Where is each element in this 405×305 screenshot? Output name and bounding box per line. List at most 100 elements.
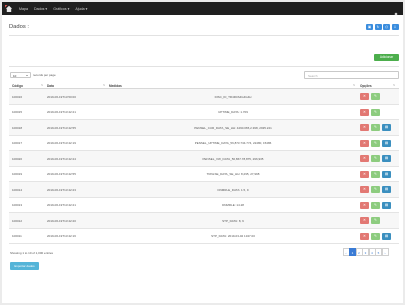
- user-icon[interactable]: [393, 5, 399, 18]
- page-next[interactable]: ›: [381, 248, 389, 256]
- edit-button[interactable]: ✎: [371, 124, 380, 131]
- view-button[interactable]: ▤: [382, 201, 391, 209]
- records-per-page-select[interactable]: 10: [10, 72, 31, 78]
- pencil-icon: ✎: [374, 140, 377, 145]
- delete-button[interactable]: ✕: [360, 124, 369, 131]
- delete-button[interactable]: ✕: [360, 186, 369, 193]
- table-row[interactable]: 100019 2019-06-19T13:42:55 TRNLSE_DATA_SE_…: [9, 167, 399, 182]
- trash-icon: ✕: [363, 156, 366, 160]
- pencil-icon: ✎: [374, 218, 377, 222]
- sort-icon[interactable]: ⇅: [103, 84, 105, 87]
- view-button[interactable]: ▤: [382, 124, 391, 131]
- toolbar: ▣ ↻ ⎙ ⇩: [366, 24, 399, 30]
- table-row[interactable]: 100013 2019-06-19T13:42:21 DNMRLE: 14.28 ✕ ✎…: [9, 198, 399, 213]
- table-row[interactable]: 100011 2019-06-19T13:42:16 STP_DATA: 2019-…: [9, 229, 399, 244]
- sort-icon[interactable]: ⇅: [393, 84, 395, 87]
- cell-measure: UPTIME_DATA: 1.709: [218, 110, 248, 114]
- view-button[interactable]: ▤: [382, 155, 391, 162]
- data-table: Código Data Medidas Opções ⇅ ⇅ ⇅ ⇅ 10001…: [9, 83, 399, 244]
- row-actions: ✕ ✎: [360, 108, 380, 116]
- pencil-icon: ✎: [374, 202, 377, 207]
- nav-item-dados[interactable]: Dados ▾: [34, 7, 47, 11]
- table-row[interactable]: 100014 2019-06-19T13:42:23 DNMRLE_DATA: 1.…: [9, 182, 399, 198]
- cell-measure: PENSEL_UPTIME_DATA_56,873.734.774, 22480…: [194, 141, 272, 145]
- pencil-icon: ✎: [374, 109, 377, 114]
- edit-button[interactable]: ✎: [371, 186, 380, 193]
- edit-button[interactable]: ✎: [371, 155, 380, 162]
- delete-button[interactable]: ✕: [360, 93, 369, 100]
- delete-button[interactable]: ✕: [360, 217, 369, 224]
- view-button[interactable]: ▤: [382, 232, 391, 240]
- delete-button[interactable]: ✕: [360, 155, 369, 162]
- cell-date: 2019-06-19T13:50:00: [47, 94, 76, 99]
- delete-button[interactable]: ✕: [360, 201, 369, 209]
- table-row[interactable]: 100020 2019-06-19T13:42:24 PENSEL_VW_DATA_…: [9, 151, 399, 167]
- cell-date: 2019-06-19T13:42:55: [47, 125, 76, 130]
- table-info: Showing 1 to 10 of 1,000 entries: [10, 251, 54, 255]
- edit-button[interactable]: ✎: [371, 139, 380, 147]
- edit-button[interactable]: ✎: [371, 232, 380, 240]
- sort-icon[interactable]: ⇅: [41, 84, 43, 87]
- cell-measure: DNMRLE_DATA: 1.5, 9: [217, 187, 249, 192]
- table-row[interactable]: 100016 2019-06-19T13:50:00 DISC_ID_TR4R4S4…: [9, 89, 399, 105]
- records-per-page-value: 10: [13, 74, 17, 78]
- print-icon[interactable]: ⎙: [383, 24, 390, 30]
- chevron-down-icon: [26, 75, 28, 76]
- edit-button[interactable]: ✎: [371, 201, 380, 209]
- chart-icon: ▤: [384, 187, 389, 191]
- cell-date: 2019-06-19T13:42:16: [47, 234, 76, 238]
- pencil-icon: ✎: [374, 94, 377, 98]
- cell-measure: STP_DATA: 8, 9: [222, 218, 244, 223]
- refresh-icon[interactable]: ↻: [374, 24, 382, 30]
- cell-measure: TRNLSE_DATA_SE_HH: 8,295, 27,998: [206, 172, 260, 176]
- edit-button[interactable]: ✎: [371, 93, 380, 100]
- cell-code: 100018: [12, 125, 23, 130]
- edit-button[interactable]: ✎: [371, 170, 380, 178]
- edit-button[interactable]: ✎: [371, 217, 380, 224]
- nav-item-graficos[interactable]: Gráficos ▾: [53, 7, 69, 11]
- nav-item-mapa[interactable]: Mapa: [19, 7, 28, 11]
- records-per-page: 10 records per page: [10, 72, 56, 78]
- cell-date: 2019-06-19T13:42:55: [47, 172, 76, 176]
- trash-icon: ✕: [363, 171, 366, 176]
- trash-icon: ✕: [363, 125, 366, 129]
- cell-date: 2019-06-19T13:42:20: [47, 218, 76, 223]
- home-icon[interactable]: [5, 4, 13, 13]
- view-button[interactable]: ▤: [382, 186, 391, 193]
- row-actions: ✕ ✎ ▤: [360, 186, 391, 193]
- cell-measure: PENSEL_CUR_DATA_SE_HH: 4490.065,2.398, 2…: [194, 125, 272, 130]
- table-row[interactable]: 100018 2019-06-19T13:42:55 PENSEL_CUR_DATA…: [9, 120, 399, 136]
- cell-date: 2019-06-19T13:42:21: [47, 110, 76, 114]
- header-data[interactable]: Data: [47, 84, 54, 88]
- edit-button[interactable]: ✎: [371, 108, 380, 116]
- records-per-page-label: records per page: [33, 73, 56, 77]
- chart-icon: ▤: [384, 156, 389, 160]
- export-data-button[interactable]: Exportar dados: [10, 262, 39, 270]
- cell-measure: DISC_ID_TR4R4S4G4G4H: [214, 94, 252, 99]
- pencil-icon: ✎: [374, 187, 377, 191]
- header-codigo[interactable]: Código: [12, 84, 23, 88]
- cell-measure: PENSEL_VW_DATA_56,867.78,875, 296,935: [202, 156, 264, 161]
- divider: [9, 66, 399, 67]
- cell-date: 2019-06-19T13:42:24: [47, 156, 76, 161]
- save-icon[interactable]: ▣: [366, 24, 373, 30]
- sort-icon[interactable]: ⇅: [353, 84, 355, 87]
- export-icon[interactable]: ⇩: [391, 24, 399, 30]
- view-button[interactable]: ▤: [382, 170, 391, 178]
- view-button[interactable]: ▤: [382, 139, 391, 147]
- table-body: 100016 2019-06-19T13:50:00 DISC_ID_TR4R4S4…: [9, 89, 399, 244]
- header-medidas[interactable]: Medidas: [109, 84, 122, 88]
- search-input[interactable]: Search: [304, 71, 399, 79]
- delete-button[interactable]: ✕: [360, 108, 369, 116]
- nav-item-ajuda[interactable]: Ajuda ▾: [75, 7, 87, 11]
- cell-code: 100013: [12, 203, 23, 207]
- cell-measure: DNMRLE: 14.28: [222, 203, 244, 207]
- add-button[interactable]: Adicionar: [374, 54, 399, 61]
- delete-button[interactable]: ✕: [360, 139, 369, 147]
- delete-button[interactable]: ✕: [360, 170, 369, 178]
- table-row[interactable]: 100017 2019-06-19T13:42:19 PENSEL_UPTIME_D…: [9, 136, 399, 151]
- table-row[interactable]: 100015 2019-06-19T13:42:21 UPTIME_DATA: 1.…: [9, 105, 399, 120]
- delete-button[interactable]: ✕: [360, 232, 369, 240]
- table-row[interactable]: 100012 2019-06-19T13:42:20 STP_DATA: 8, 9 ✕…: [9, 213, 399, 229]
- cell-measure: STP_DATA: 2019-03-02 1347.00: [211, 234, 255, 238]
